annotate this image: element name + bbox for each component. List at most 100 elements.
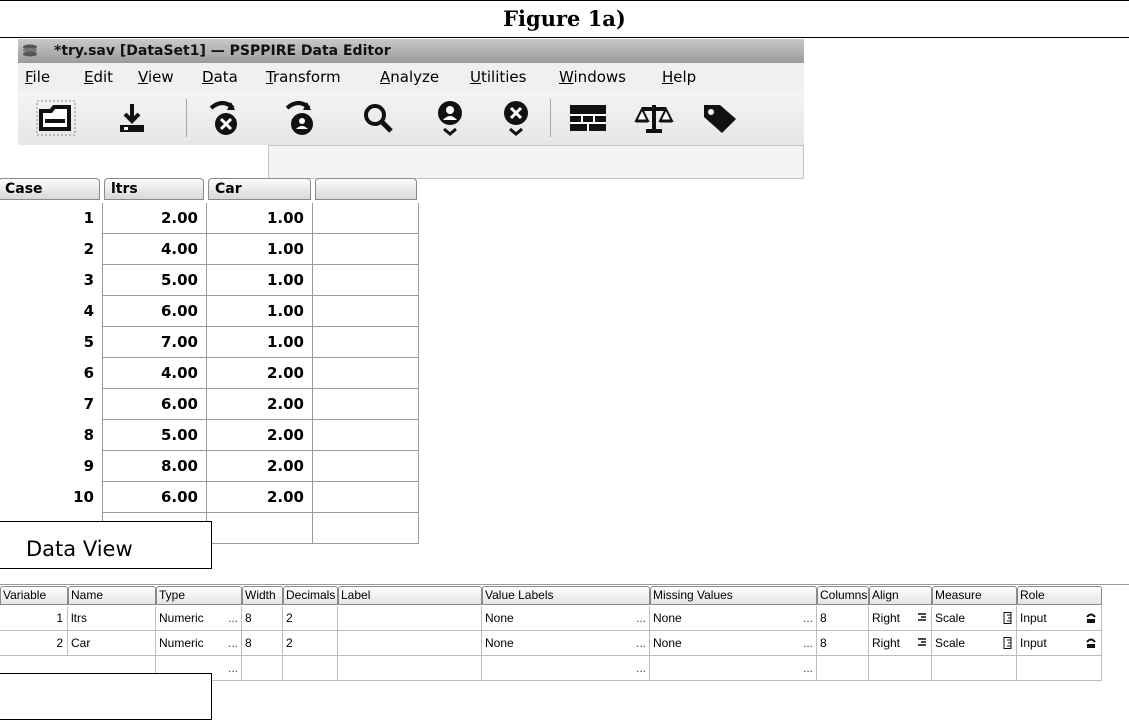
menu-edit[interactable]: Edit (84, 63, 113, 91)
insert-variable-icon[interactable] (488, 95, 544, 141)
var-cell-role[interactable]: Input (1017, 631, 1102, 656)
cell-empty[interactable] (313, 203, 419, 234)
row-number[interactable]: 4 (0, 296, 102, 327)
column-header-case[interactable]: Case (0, 178, 100, 200)
var-cell-width[interactable]: 8 (242, 631, 283, 656)
goto-variable-icon[interactable] (274, 95, 330, 141)
split-file-icon[interactable] (560, 95, 616, 141)
cell-ltrs[interactable]: 7.00 (102, 327, 207, 358)
cell-empty[interactable] (313, 451, 419, 482)
var-cell-empty[interactable] (283, 656, 338, 681)
row-number[interactable]: 6 (0, 358, 102, 389)
cell-car[interactable]: 1.00 (207, 327, 313, 358)
var-cell-empty[interactable] (869, 656, 932, 681)
cell-empty[interactable] (313, 234, 419, 265)
cell-ltrs[interactable]: 6.00 (102, 482, 207, 513)
value-labels-icon[interactable] (692, 95, 748, 141)
var-header-columns[interactable]: Columns (817, 586, 869, 605)
open-file-icon[interactable] (28, 95, 84, 141)
var-cell-empty[interactable] (242, 656, 283, 681)
var-header-role[interactable]: Role (1017, 586, 1102, 605)
row-number[interactable]: 1 (0, 203, 102, 234)
var-cell-measure[interactable]: Scale (932, 606, 1017, 631)
row-number[interactable]: 2 (0, 234, 102, 265)
var-cell-role[interactable]: Input (1017, 606, 1102, 631)
var-header-value-labels[interactable]: Value Labels (482, 586, 650, 605)
var-cell-empty[interactable] (932, 656, 1017, 681)
cell-car[interactable]: 2.00 (207, 482, 313, 513)
menu-view[interactable]: View (138, 63, 174, 91)
cell-car[interactable]: 1.00 (207, 265, 313, 296)
var-header-align[interactable]: Align (869, 586, 932, 605)
cell-empty[interactable] (313, 513, 419, 544)
var-header-width[interactable]: Width (242, 586, 283, 605)
var-cell-value-labels[interactable]: None... (482, 606, 650, 631)
cell-empty[interactable] (313, 358, 419, 389)
var-cell-width[interactable]: 8 (242, 606, 283, 631)
cell-empty[interactable] (313, 265, 419, 296)
row-number[interactable]: 7 (0, 389, 102, 420)
row-number[interactable]: 10 (0, 482, 102, 513)
var-row-number[interactable]: 1 (0, 606, 68, 631)
var-header-missing-values[interactable]: Missing Values (650, 586, 817, 605)
var-cell-empty[interactable]: ... (482, 656, 650, 681)
var-cell-empty[interactable] (817, 656, 869, 681)
find-search-icon[interactable] (350, 95, 406, 141)
cell-ltrs[interactable]: 5.00 (102, 265, 207, 296)
cell-empty[interactable] (313, 296, 419, 327)
var-cell-decimals[interactable]: 2 (283, 631, 338, 656)
cell-ltrs[interactable]: 2.00 (102, 203, 207, 234)
menu-data[interactable]: Data (202, 63, 238, 91)
var-header-name[interactable]: Name (68, 586, 156, 605)
menu-analyze[interactable]: Analyze (380, 63, 439, 91)
cell-car[interactable]: 1.00 (207, 234, 313, 265)
menu-windows[interactable]: Windows (559, 63, 626, 91)
var-cell-name[interactable]: Car (68, 631, 156, 656)
menu-help[interactable]: Help (662, 63, 696, 91)
weight-cases-icon[interactable] (626, 95, 682, 141)
tab-data-view[interactable]: Data View (0, 521, 212, 569)
cell-car[interactable]: 2.00 (207, 389, 313, 420)
var-cell-align[interactable]: Right (869, 606, 932, 631)
var-header-variable[interactable]: Variable (0, 586, 68, 605)
row-number[interactable]: 3 (0, 265, 102, 296)
var-cell-empty[interactable] (338, 656, 482, 681)
cell-ltrs[interactable]: 4.00 (102, 234, 207, 265)
var-cell-empty[interactable] (1017, 656, 1102, 681)
var-cell-value-labels[interactable]: None... (482, 631, 650, 656)
cell-empty[interactable] (313, 482, 419, 513)
column-header-empty[interactable] (315, 178, 417, 200)
cell-value-entry[interactable] (268, 145, 804, 179)
var-header-decimals[interactable]: Decimals (283, 586, 338, 605)
menu-file[interactable]: File (25, 63, 50, 91)
var-cell-align[interactable]: Right (869, 631, 932, 656)
var-header-measure[interactable]: Measure (932, 586, 1017, 605)
var-header-type[interactable]: Type (156, 586, 242, 605)
var-cell-columns[interactable]: 8 (817, 631, 869, 656)
save-download-icon[interactable] (104, 95, 160, 141)
row-number[interactable]: 5 (0, 327, 102, 358)
cell-car[interactable]: 2.00 (207, 420, 313, 451)
column-header-car[interactable]: Car (208, 178, 311, 200)
var-header-label[interactable]: Label (338, 586, 482, 605)
var-row-number[interactable]: 2 (0, 631, 68, 656)
menu-transform[interactable]: Transform (266, 63, 341, 91)
row-number[interactable]: 8 (0, 420, 102, 451)
tab-variable-view[interactable] (0, 673, 212, 720)
row-number[interactable]: 9 (0, 451, 102, 482)
cell-empty[interactable] (313, 420, 419, 451)
cell-empty[interactable] (313, 327, 419, 358)
cell-car[interactable]: 1.00 (207, 203, 313, 234)
var-cell-columns[interactable]: 8 (817, 606, 869, 631)
var-cell-missing-values[interactable]: None... (650, 631, 817, 656)
var-cell-type[interactable]: Numeric... (156, 606, 242, 631)
menu-utilities[interactable]: Utilities (470, 63, 526, 91)
insert-case-icon[interactable] (422, 95, 478, 141)
var-cell-decimals[interactable]: 2 (283, 606, 338, 631)
cell-empty[interactable] (207, 513, 313, 544)
goto-case-icon[interactable] (198, 95, 254, 141)
var-cell-empty[interactable]: ... (650, 656, 817, 681)
cell-ltrs[interactable]: 6.00 (102, 296, 207, 327)
var-cell-missing-values[interactable]: None... (650, 606, 817, 631)
column-header-ltrs[interactable]: ltrs (104, 178, 204, 200)
